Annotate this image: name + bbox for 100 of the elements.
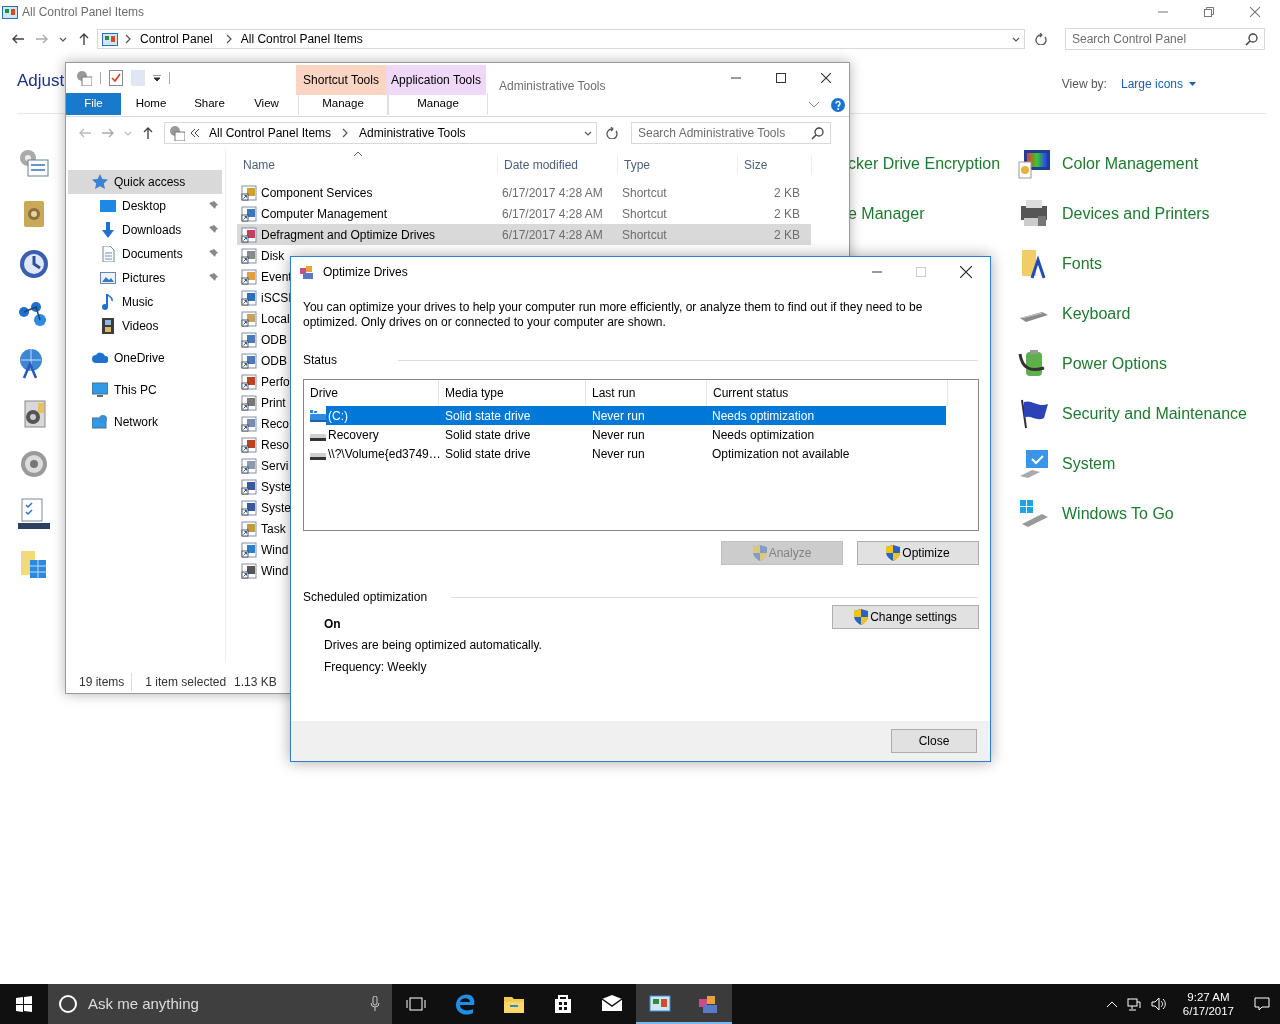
file-name[interactable]: Perfo bbox=[261, 374, 290, 389]
maximize-button[interactable] bbox=[776, 73, 786, 83]
checklist-icon[interactable] bbox=[18, 498, 50, 530]
ribbon-tab[interactable]: Manage bbox=[298, 93, 388, 115]
file-name[interactable]: Print bbox=[261, 395, 286, 410]
nav-item[interactable]: Desktop bbox=[68, 194, 222, 218]
speaker-icon[interactable] bbox=[18, 448, 50, 480]
file-name[interactable]: Wind bbox=[261, 542, 289, 557]
file-name[interactable]: Reco bbox=[261, 416, 289, 431]
address-segment[interactable]: Administrative Tools bbox=[359, 124, 466, 142]
search-box[interactable]: Ask me anything bbox=[48, 984, 392, 1024]
address-segment[interactable]: All Control Panel Items bbox=[240, 30, 363, 48]
change-settings-button[interactable]: Change settings bbox=[832, 605, 979, 629]
search-field[interactable]: Search Control Panel bbox=[1065, 28, 1265, 50]
expand-chevron-icon[interactable] bbox=[809, 101, 819, 108]
control-panel-link[interactable]: Color Management bbox=[1062, 152, 1199, 176]
ribbon-tab[interactable]: File bbox=[66, 93, 121, 115]
dropdown-icon[interactable] bbox=[153, 75, 161, 81]
control-panel-link[interactable]: Devices and Printers bbox=[1062, 202, 1210, 226]
control-panel-link[interactable]: System bbox=[1062, 452, 1116, 476]
help-icon[interactable] bbox=[831, 97, 845, 112]
flag-icon[interactable] bbox=[1018, 398, 1050, 430]
close-button[interactable]: Close bbox=[891, 729, 977, 753]
file-name[interactable]: Task bbox=[261, 521, 286, 536]
desktop-icon bbox=[100, 198, 116, 214]
file-name[interactable]: Wind bbox=[261, 563, 289, 578]
ribbon-tab[interactable]: Home bbox=[121, 93, 181, 115]
taskbar-app-button[interactable] bbox=[636, 984, 684, 1024]
file-name[interactable]: ODB bbox=[261, 332, 287, 347]
gear-checklist-icon[interactable] bbox=[18, 148, 50, 180]
back-icon[interactable] bbox=[11, 32, 25, 46]
dropdown-icon[interactable] bbox=[1012, 36, 1020, 42]
column-header[interactable]: Name bbox=[237, 155, 498, 175]
control-panel-link[interactable]: Fonts bbox=[1062, 252, 1102, 276]
file-name[interactable]: Event bbox=[261, 269, 292, 284]
nav-item[interactable]: Music bbox=[68, 290, 222, 314]
up-icon[interactable] bbox=[77, 32, 91, 46]
view-by-dropdown[interactable]: Large icons bbox=[1120, 74, 1196, 93]
refresh-icon[interactable] bbox=[1035, 33, 1047, 45]
drive-row[interactable]: Recovery Solid state drive Never run Needs optimization bbox=[304, 425, 978, 444]
microphone-icon[interactable] bbox=[370, 996, 380, 1012]
file-name[interactable]: Servi bbox=[261, 458, 289, 473]
drive-row[interactable]: \\?\Volume{ed3749… Solid state drive Never run Optimization not available bbox=[304, 444, 978, 463]
file-name[interactable]: Disk bbox=[261, 248, 285, 263]
close-button[interactable] bbox=[821, 73, 831, 83]
selected-row-highlight[interactable]: Defragment and Optimize Drives 6/17/2017 4:28 AM Shortcut 2 KB bbox=[237, 224, 811, 245]
dropdown-icon[interactable] bbox=[59, 36, 67, 42]
clock[interactable]: 9:27 AM 6/17/2017 bbox=[1176, 990, 1240, 1018]
column-header[interactable]: Type bbox=[618, 155, 738, 175]
close-button[interactable] bbox=[960, 266, 972, 278]
volume-icon[interactable] bbox=[1150, 997, 1167, 1011]
file-name[interactable]: Component Services bbox=[261, 185, 373, 200]
defrag-app-icon[interactable] bbox=[697, 993, 719, 1015]
address-segment[interactable]: Control Panel bbox=[140, 30, 213, 48]
monitor-color-icon[interactable] bbox=[1018, 148, 1050, 180]
control-panel-link[interactable]: Power Options bbox=[1062, 352, 1167, 376]
start-button[interactable] bbox=[16, 996, 32, 1012]
properties-icon[interactable] bbox=[109, 70, 123, 86]
refresh-icon[interactable] bbox=[606, 127, 618, 139]
nav-item[interactable]: Pictures bbox=[68, 266, 222, 290]
control-panel-icon[interactable] bbox=[649, 993, 671, 1015]
column-header[interactable]: Size bbox=[738, 155, 812, 175]
file-name[interactable]: Defragment and Optimize Drives bbox=[261, 227, 436, 242]
restore-button[interactable] bbox=[1204, 7, 1214, 17]
control-panel-link[interactable]: Keyboard bbox=[1062, 302, 1131, 326]
nav-item[interactable]: Videos bbox=[68, 314, 222, 338]
shield-icon bbox=[854, 609, 869, 625]
ribbon-tab[interactable]: Share bbox=[181, 93, 238, 115]
action-button[interactable]: Optimize bbox=[857, 541, 979, 565]
nav-item[interactable]: OneDrive bbox=[68, 346, 222, 370]
monitor-check-icon[interactable] bbox=[1018, 448, 1050, 480]
usb-drive-icon[interactable] bbox=[1018, 498, 1050, 530]
file-name[interactable]: Computer Management bbox=[261, 206, 388, 221]
file-name[interactable]: ODB bbox=[261, 353, 287, 368]
up-icon[interactable] bbox=[141, 126, 155, 140]
column-header[interactable]: Date modified bbox=[498, 155, 618, 175]
file-name[interactable]: Reso bbox=[261, 437, 289, 452]
tools-icon[interactable] bbox=[76, 70, 92, 86]
ribbon-tab[interactable]: View bbox=[238, 93, 295, 115]
notification-icon[interactable] bbox=[1254, 997, 1270, 1011]
nav-item[interactable]: Quick access bbox=[68, 170, 222, 194]
control-panel-link[interactable]: Security and Maintenance bbox=[1062, 402, 1247, 426]
browser-icon[interactable] bbox=[453, 993, 476, 1015]
clock-disc-icon[interactable] bbox=[18, 248, 50, 280]
task-view-icon[interactable] bbox=[406, 997, 426, 1011]
search-field[interactable]: Search Administrative Tools bbox=[631, 122, 831, 144]
file-name[interactable]: Syste bbox=[261, 500, 291, 515]
control-panel-link[interactable]: Windows To Go bbox=[1062, 502, 1174, 526]
ribbon-tab[interactable]: Manage bbox=[388, 93, 488, 115]
file-name[interactable]: Syste bbox=[261, 479, 291, 494]
nav-item[interactable]: Downloads bbox=[68, 218, 222, 242]
up-caret-icon[interactable] bbox=[1106, 1001, 1117, 1007]
network-icon[interactable] bbox=[1126, 997, 1141, 1011]
nav-item[interactable]: This PC bbox=[68, 378, 222, 402]
address-segment[interactable]: All Control Panel Items bbox=[209, 124, 332, 142]
file-name[interactable]: Local bbox=[261, 311, 290, 326]
nav-item[interactable]: Documents bbox=[68, 242, 222, 266]
dropdown-icon[interactable] bbox=[584, 130, 592, 136]
nav-item[interactable]: Network bbox=[68, 410, 222, 434]
file-name[interactable]: iSCSI bbox=[261, 290, 292, 305]
